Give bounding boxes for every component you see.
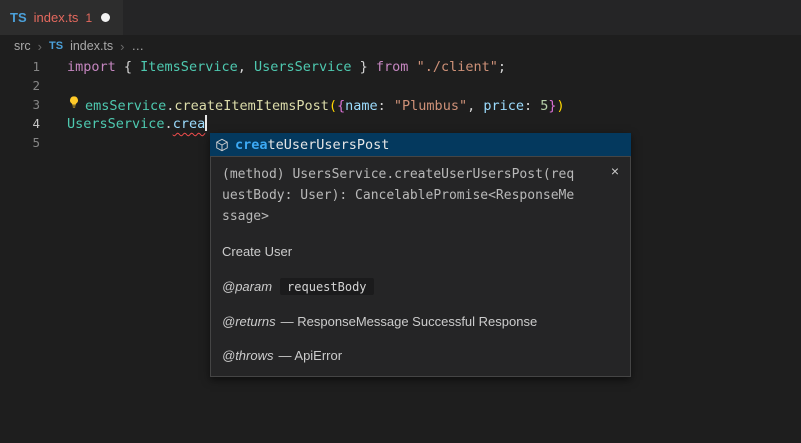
code-token: UsersService: [254, 59, 352, 75]
close-icon[interactable]: ×: [611, 164, 619, 178]
line-number: 2: [0, 78, 40, 93]
suggestion-rest-text: teUserUsersPost: [268, 137, 390, 153]
breadcrumb-file[interactable]: index.ts: [70, 39, 113, 53]
doc-tag-text: — ResponseMessage Successful Response: [281, 314, 538, 329]
line-number: 4: [0, 116, 40, 131]
doc-summary: Create User: [222, 244, 618, 259]
code-token: {: [116, 59, 140, 75]
code-token: }: [548, 98, 556, 114]
line-number: 1: [0, 59, 40, 74]
breadcrumb: src › TS index.ts › …: [0, 35, 801, 57]
code-token: {: [337, 98, 345, 114]
code-line[interactable]: 4 UsersService.crea: [0, 114, 801, 133]
suggestion-label: createUserUsersPost: [235, 137, 389, 153]
doc-tag-line: @param requestBody: [222, 278, 618, 295]
tab-bar: TS index.ts 1: [0, 0, 801, 35]
code-token: crea: [173, 116, 206, 132]
typescript-icon: TS: [10, 10, 27, 25]
code-line[interactable]: 1 import { ItemsService, UsersService } f…: [0, 57, 801, 76]
doc-tag-line: @throws — ApiError: [222, 348, 618, 363]
intellisense-popup: createUserUsersPost × (method) UsersServ…: [210, 133, 631, 377]
code-token: }: [352, 59, 376, 75]
tab-index-ts[interactable]: TS index.ts 1: [0, 0, 123, 35]
text-cursor: [205, 115, 207, 131]
method-signature: (method) UsersService.createUserUsersPos…: [222, 164, 618, 227]
code-token: :: [378, 98, 394, 114]
code-token: ItemsService: [140, 59, 238, 75]
typescript-icon: TS: [49, 40, 63, 52]
code-token: createItemItemsPost: [174, 98, 328, 114]
suggestion-docs-panel: × (method) UsersService.createUserUsersP…: [210, 156, 631, 377]
code-token: import: [67, 59, 116, 75]
code-token: .: [165, 116, 173, 132]
suggestion-item-selected[interactable]: createUserUsersPost: [210, 133, 631, 156]
code-token: ): [557, 98, 565, 114]
breadcrumb-more[interactable]: …: [132, 39, 145, 53]
doc-tag-text: — ApiError: [279, 348, 343, 363]
code-line[interactable]: 2: [0, 76, 801, 95]
signature-line: (method) UsersService.createUserUsersPos…: [222, 164, 618, 185]
code-token: ;: [498, 59, 506, 75]
tab-error-count-badge: 1: [85, 11, 92, 25]
code-line-content: emsService.createItemItemsPost({name: "P…: [67, 95, 565, 114]
code-token: "Plumbus": [394, 98, 467, 114]
doc-tag-name: @param: [222, 279, 272, 294]
code-line-content: UsersService.crea: [67, 115, 207, 132]
method-cube-icon: [215, 138, 229, 152]
line-number: 5: [0, 135, 40, 150]
code-token: [408, 59, 416, 75]
code-token: ,: [238, 59, 254, 75]
doc-tag-name: @throws: [222, 348, 274, 363]
code-line-content: import { ItemsService, UsersService } fr…: [67, 59, 506, 75]
tab-filename: index.ts: [34, 10, 79, 25]
doc-tag-name: @returns: [222, 314, 276, 329]
code-token: name: [345, 98, 378, 114]
lightbulb-icon[interactable]: [67, 95, 85, 114]
code-token: :: [524, 98, 540, 114]
doc-param-code-chip: requestBody: [280, 278, 373, 295]
code-token: price: [483, 98, 524, 114]
unsaved-dot-icon[interactable]: [101, 13, 110, 22]
signature-line: uestBody: User): CancelablePromise<Respo…: [222, 185, 618, 206]
doc-tags: @param requestBody @returns — ResponseMessa…: [222, 278, 618, 363]
code-token: (: [329, 98, 337, 114]
line-number: 3: [0, 97, 40, 112]
signature-line: ssage>: [222, 206, 618, 227]
code-token: "./client": [417, 59, 498, 75]
code-token: emsService: [85, 98, 166, 114]
code-token: UsersService: [67, 116, 165, 132]
breadcrumb-folder[interactable]: src: [14, 39, 31, 53]
code-token: from: [376, 59, 409, 75]
doc-tag-line: @returns — ResponseMessage Successful Res…: [222, 314, 618, 329]
code-token: ,: [467, 98, 483, 114]
vscode-window: TS index.ts 1 src › TS index.ts › … 1 imp…: [0, 0, 801, 443]
suggestion-match-text: crea: [235, 137, 268, 153]
chevron-right-icon: ›: [38, 39, 42, 54]
code-line[interactable]: 3 emsService.createItemItemsPost({name: "…: [0, 95, 801, 114]
chevron-right-icon: ›: [120, 39, 124, 54]
